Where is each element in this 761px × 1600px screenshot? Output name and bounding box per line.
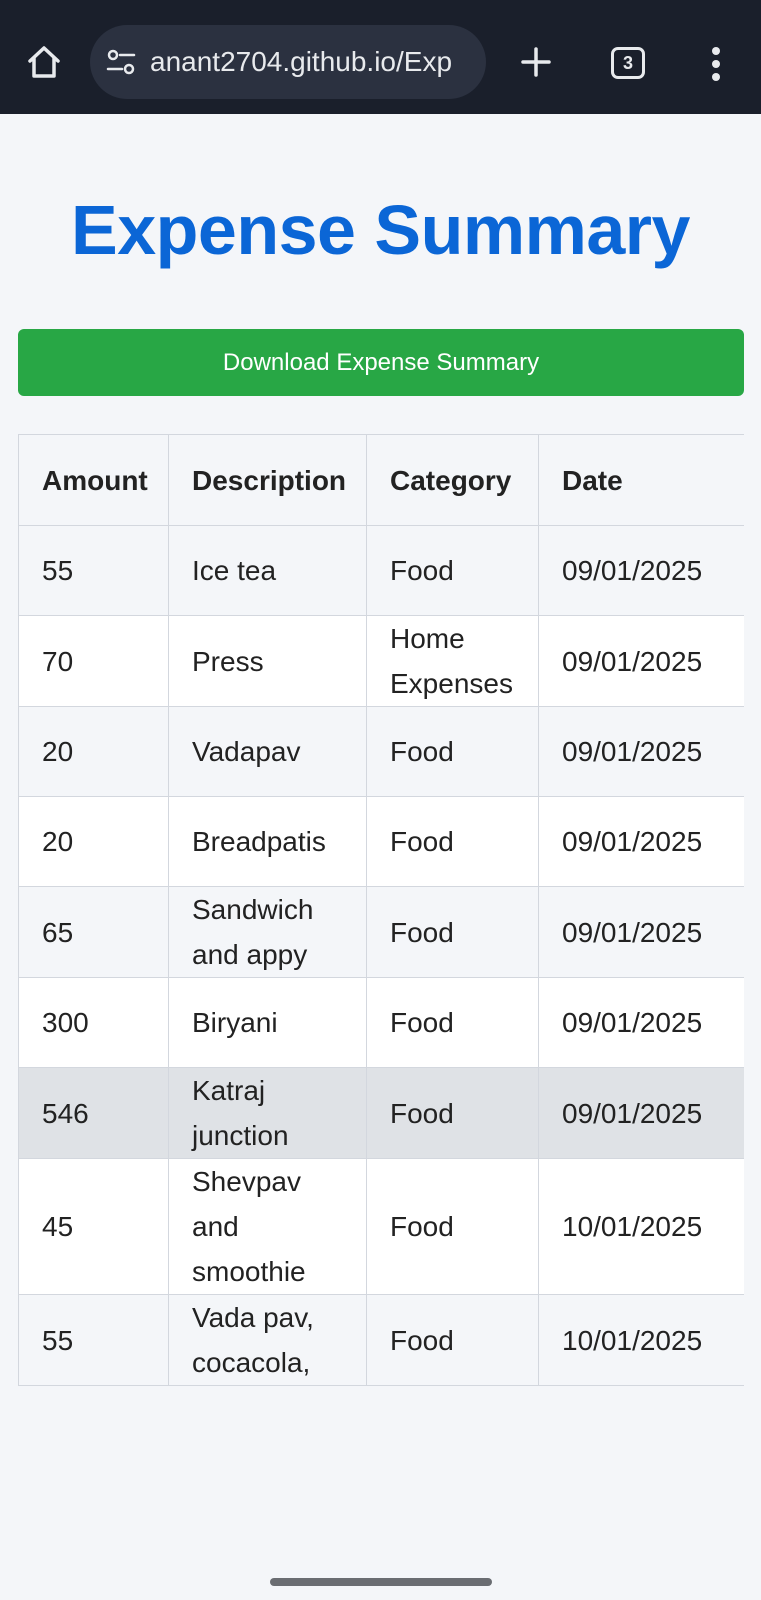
home-icon[interactable] (24, 42, 64, 82)
cell-category: Food (366, 706, 539, 797)
cell-category: Food (366, 1067, 539, 1159)
cell-amount: 55 (18, 525, 169, 616)
expense-table: Amount Description Category Date 55 Ice … (18, 434, 744, 1386)
cell-description: Vadapav (168, 706, 367, 797)
tab-switcher-icon[interactable]: 3 (611, 47, 645, 79)
cell-amount: 55 (18, 1294, 169, 1386)
cell-date: 09/01/2025 (538, 615, 744, 707)
table-row: 20 Breadpatis Food 09/01/2025 (18, 796, 744, 887)
header-description: Description (168, 434, 367, 526)
table-row: 55 Ice tea Food 09/01/2025 (18, 525, 744, 616)
table-row-highlighted: 546 Katraj junction Food 09/01/2025 (18, 1067, 744, 1159)
page-title: Expense Summary (71, 191, 690, 269)
cell-description: Ice tea (168, 525, 367, 616)
browser-toolbar: anant2704.github.io/Exp 3 (0, 0, 761, 114)
cell-category: Food (366, 1294, 539, 1386)
url-text[interactable]: anant2704.github.io/Exp (150, 46, 480, 78)
header-date: Date (538, 434, 744, 526)
cell-date: 09/01/2025 (538, 977, 744, 1068)
address-bar[interactable]: anant2704.github.io/Exp (90, 25, 486, 99)
cell-description: Breadpatis (168, 796, 367, 887)
tab-count: 3 (622, 52, 633, 73)
table-row: 65 Sandwich and appy Food 09/01/2025 (18, 886, 744, 978)
cell-date: 09/01/2025 (538, 796, 744, 887)
header-amount: Amount (18, 434, 169, 526)
table-row: 20 Vadapav Food 09/01/2025 (18, 706, 744, 797)
more-vert-icon[interactable] (706, 44, 726, 84)
cell-category: Food (366, 525, 539, 616)
cell-date: 09/01/2025 (538, 525, 744, 616)
cell-amount: 546 (18, 1067, 169, 1159)
table-header-row: Amount Description Category Date (18, 434, 744, 526)
cell-amount: 70 (18, 615, 169, 707)
gesture-navigation-bar[interactable] (270, 1578, 492, 1586)
tune-icon[interactable] (104, 45, 138, 79)
expense-table-container: Amount Description Category Date 55 Ice … (18, 434, 744, 1570)
cell-description: Vada pav, cocacola, (168, 1294, 367, 1386)
cell-category: Food (366, 1158, 539, 1295)
plus-icon[interactable] (516, 42, 556, 82)
cell-description: Sandwich and appy (168, 886, 367, 978)
cell-amount: 65 (18, 886, 169, 978)
cell-description: Press (168, 615, 367, 707)
cell-description: Shevpav and smoothie (168, 1158, 367, 1295)
cell-amount: 300 (18, 977, 169, 1068)
cell-amount: 20 (18, 796, 169, 887)
cell-date: 09/01/2025 (538, 706, 744, 797)
cell-amount: 20 (18, 706, 169, 797)
cell-date: 10/01/2025 (538, 1158, 744, 1295)
cell-category: Home Expenses (366, 615, 539, 707)
download-summary-button[interactable]: Download Expense Summary (18, 329, 744, 396)
table-row: 70 Press Home Expenses 09/01/2025 (18, 615, 744, 707)
cell-date: 10/01/2025 (538, 1294, 744, 1386)
cell-amount: 45 (18, 1158, 169, 1295)
table-row: 55 Vada pav, cocacola, Food 10/01/2025 (18, 1294, 744, 1386)
cell-category: Food (366, 977, 539, 1068)
cell-description: Biryani (168, 977, 367, 1068)
cell-category: Food (366, 886, 539, 978)
table-row: 45 Shevpav and smoothie Food 10/01/2025 (18, 1158, 744, 1295)
table-row: 300 Biryani Food 09/01/2025 (18, 977, 744, 1068)
cell-date: 09/01/2025 (538, 886, 744, 978)
cell-description: Katraj junction (168, 1067, 367, 1159)
cell-date: 09/01/2025 (538, 1067, 744, 1159)
cell-category: Food (366, 796, 539, 887)
header-category: Category (366, 434, 539, 526)
